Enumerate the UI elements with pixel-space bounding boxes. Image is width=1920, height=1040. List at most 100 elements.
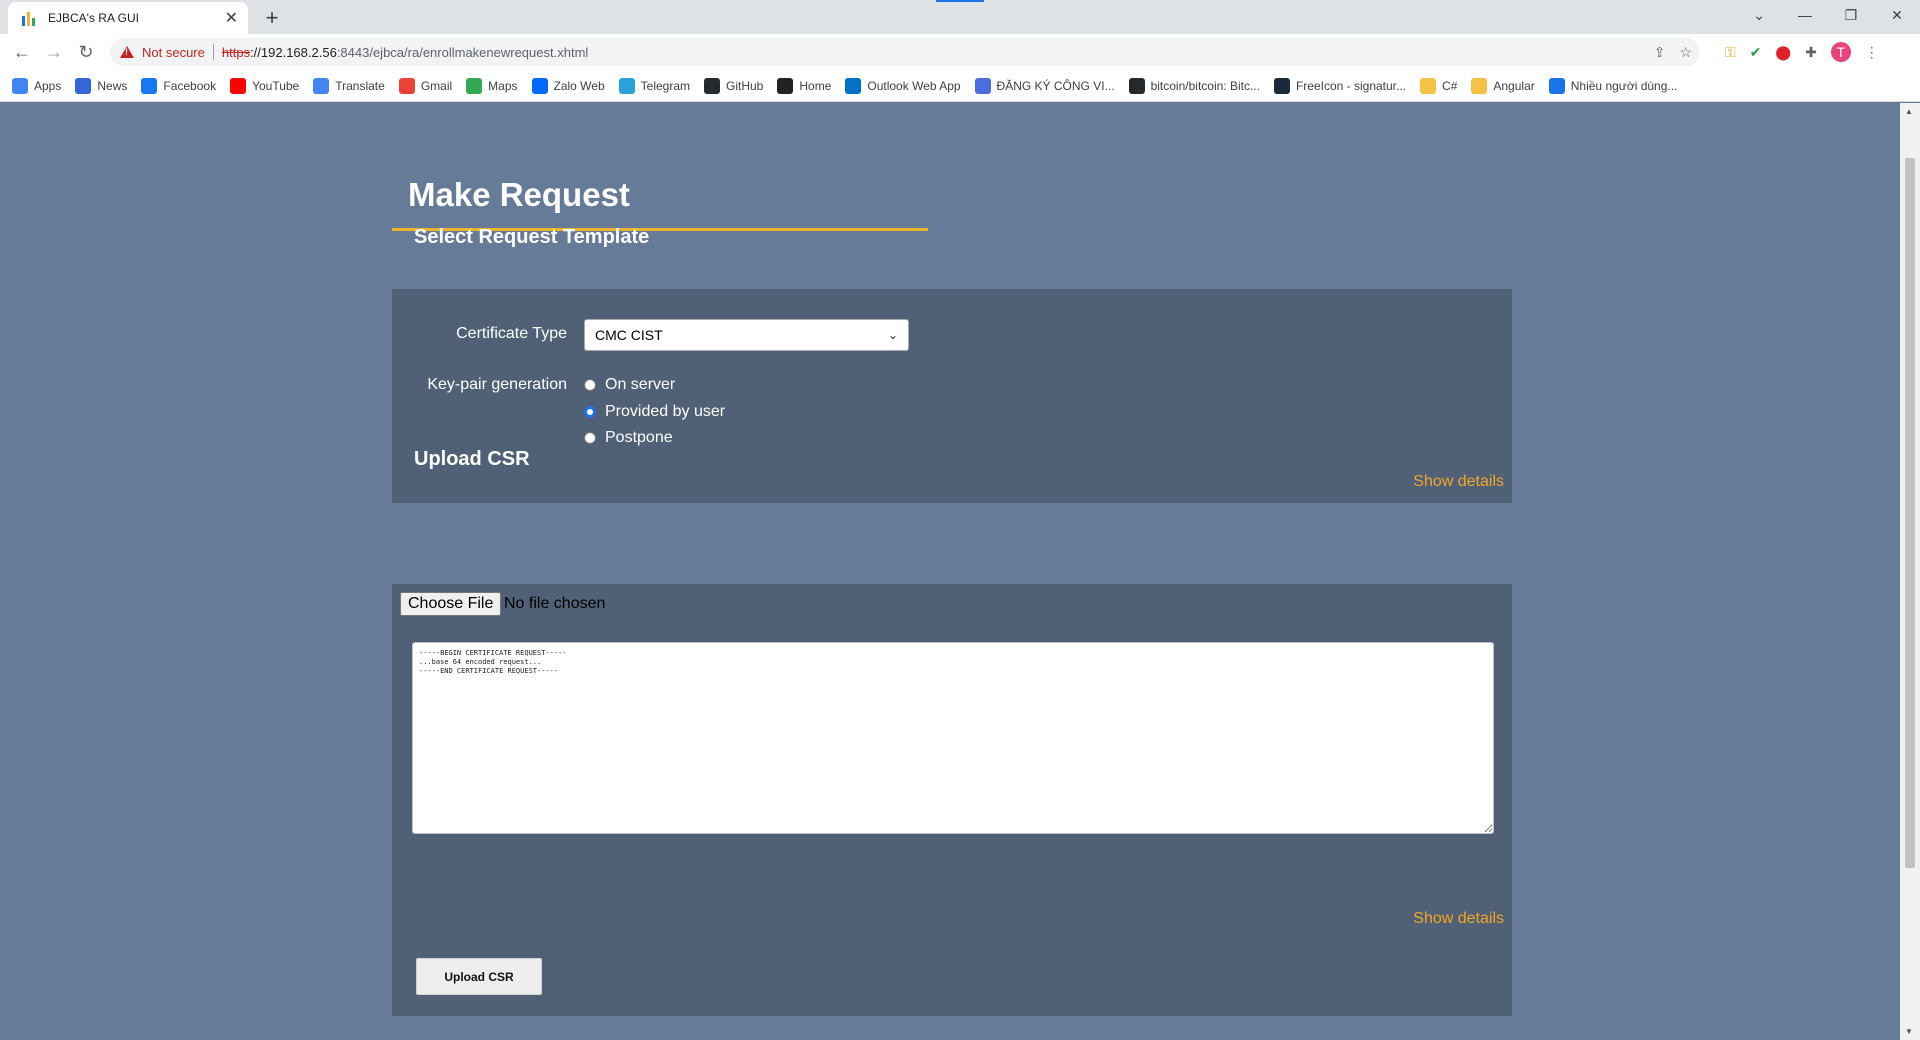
bookmark-label: C# — [1442, 78, 1458, 93]
file-status: No file chosen — [504, 595, 606, 612]
csr-textarea[interactable]: -----BEGIN CERTIFICATE REQUEST----- ...b… — [412, 642, 1494, 834]
bookmark-label: Zalo Web — [553, 78, 605, 93]
bookmarks-bar: Apps News Facebook YouTube Translate Gmail Map… — [0, 70, 1920, 102]
bookmark-label: Telegram — [640, 78, 690, 93]
minimize-icon[interactable]: — — [1782, 0, 1828, 30]
bookmark-item[interactable]: Zalo Web — [531, 77, 605, 94]
url-scheme: https — [221, 44, 251, 60]
scroll-down-icon[interactable]: ▼ — [1905, 1027, 1913, 1036]
bookmark-item[interactable]: Telegram — [618, 77, 690, 94]
bookmark-favicon-icon — [398, 77, 415, 94]
bookmark-favicon-icon — [466, 77, 483, 94]
template-section-heading: Select Request Template — [414, 226, 650, 248]
tab-title: EJBCA's RA GUI — [48, 11, 139, 25]
profile-avatar[interactable]: T — [1830, 42, 1851, 62]
back-icon[interactable]: ← — [10, 40, 34, 64]
bookmark-label: Nhiều người dùng... — [1570, 78, 1678, 93]
bookmark-item[interactable]: YouTube — [230, 77, 300, 94]
bookmark-item[interactable]: Translate — [313, 77, 385, 94]
bookmark-favicon-icon — [141, 77, 158, 94]
browser-tab[interactable]: EJBCA's RA GUI ✕ — [8, 2, 248, 34]
radio-provided-by-user[interactable]: Provided by user — [584, 403, 725, 421]
bookmark-label: Gmail — [420, 78, 453, 93]
window-controls: ⌄ — ❐ ✕ — [1736, 0, 1920, 30]
bookmark-label: Outlook Web App — [867, 78, 961, 93]
template-show-details-link[interactable]: Show details — [1413, 473, 1504, 491]
bookmark-item[interactable]: FreeIcon - signatur... — [1273, 77, 1407, 94]
extensions-puzzle-icon[interactable]: ✚ — [1805, 44, 1817, 61]
template-panel: Certificate Type CMC CIST ⌄ Key-pair gen… — [392, 289, 1512, 503]
scroll-up-icon[interactable]: ▲ — [1905, 107, 1913, 116]
forward-icon[interactable]: → — [42, 40, 66, 64]
share-icon[interactable]: ⇪ — [1654, 44, 1666, 61]
bookmark-label: Apps — [34, 78, 62, 93]
radio-postpone-label: Postpone — [605, 429, 673, 446]
bookmark-label: Facebook — [163, 78, 217, 93]
bookmark-favicon-icon — [974, 77, 991, 94]
bookmark-item[interactable]: Nhiều người dùng... — [1548, 77, 1678, 94]
omnibox-separator — [212, 44, 214, 60]
radio-postpone-indicator[interactable] — [584, 432, 596, 444]
extension-leaf-icon[interactable]: ✔ — [1750, 44, 1762, 61]
bookmark-favicon-icon — [531, 77, 548, 94]
bookmark-label: FreeIcon - signatur... — [1295, 78, 1407, 93]
radio-on-server[interactable]: On server — [584, 376, 675, 394]
page-content: Make Request Select Request Template Cer… — [0, 103, 1900, 1040]
bookmark-label: GitHub — [726, 78, 764, 93]
page-scrollbar[interactable]: ▲ ▼ — [1900, 103, 1920, 1040]
bookmark-item[interactable]: Apps — [12, 77, 62, 94]
bookmark-favicon-icon — [618, 77, 635, 94]
bookmark-favicon-icon — [1548, 77, 1565, 94]
certificate-type-select[interactable]: CMC CIST ⌄ — [584, 319, 909, 351]
bookmark-favicon-icon — [230, 77, 247, 94]
scroll-thumb[interactable] — [1905, 158, 1915, 868]
bookmark-item[interactable]: Facebook — [141, 77, 217, 94]
new-tab-button[interactable]: + — [258, 4, 286, 32]
csr-section-heading: Upload CSR — [414, 448, 530, 470]
browser-menu-icon[interactable]: ⋮ — [1865, 44, 1879, 61]
bookmark-item[interactable]: bitcoin/bitcoin: Bitc... — [1128, 77, 1260, 94]
csr-panel: Choose File No file chosen -----BEGIN CE… — [392, 584, 1512, 1016]
bookmark-item[interactable]: News — [75, 77, 128, 94]
reload-icon[interactable]: ↻ — [74, 40, 98, 64]
bookmark-item[interactable]: Angular — [1471, 77, 1535, 94]
bookmark-item[interactable]: Maps — [466, 77, 518, 94]
bookmark-label: News — [97, 78, 128, 93]
browser-tab-strip: EJBCA's RA GUI ✕ + ⌄ — ❐ ✕ — [0, 0, 1920, 34]
extension-key-icon[interactable]: ⚿ — [1725, 44, 1736, 61]
address-bar[interactable]: Not secure https://192.168.2.56:8443/ejb… — [110, 38, 1700, 66]
radio-on-server-indicator[interactable] — [584, 379, 596, 391]
tab-search-icon[interactable]: ⌄ — [1736, 0, 1782, 30]
restore-icon[interactable]: ❐ — [1828, 0, 1874, 30]
bookmark-label: YouTube — [252, 78, 300, 93]
csr-show-details-link[interactable]: Show details — [1413, 910, 1504, 928]
bookmark-star-icon[interactable]: ☆ — [1679, 44, 1692, 61]
bookmark-label: Translate — [335, 78, 385, 93]
bookmark-favicon-icon — [1471, 77, 1488, 94]
page-title: Make Request — [408, 176, 630, 213]
upload-csr-button[interactable]: Upload CSR — [416, 958, 542, 995]
bookmark-item[interactable]: Home — [777, 77, 832, 94]
bookmark-favicon-icon — [75, 77, 92, 94]
browser-toolbar: ← → ↻ Not secure https://192.168.2.56:84… — [0, 34, 1920, 70]
bookmark-item[interactable]: GitHub — [704, 77, 764, 94]
bookmark-label: Home — [799, 78, 832, 93]
omnibox-actions: ⇪ ☆ — [1654, 38, 1692, 66]
close-window-icon[interactable]: ✕ — [1874, 0, 1920, 30]
bookmark-favicon-icon — [313, 77, 330, 94]
keypair-generation-label: Key-pair generation — [427, 376, 567, 393]
security-status[interactable]: Not secure — [142, 45, 205, 60]
tab-drag-indicator — [936, 0, 984, 2]
bookmark-favicon-icon — [12, 77, 28, 94]
bookmark-item[interactable]: C# — [1420, 77, 1458, 94]
radio-provided-by-user-indicator[interactable] — [584, 406, 596, 418]
radio-postpone[interactable]: Postpone — [584, 429, 673, 447]
extension-opera-icon[interactable]: ⬤ — [1775, 44, 1791, 61]
bookmark-item[interactable]: Outlook Web App — [845, 77, 961, 94]
choose-file-button[interactable]: Choose File — [400, 592, 502, 616]
extensions-area: ⚿ ✔ ⬤ ✚ T ⋮ — [1725, 34, 1879, 70]
bookmark-item[interactable]: Gmail — [398, 77, 453, 94]
bookmark-favicon-icon — [1128, 77, 1145, 94]
tab-close-icon[interactable]: ✕ — [225, 8, 238, 28]
bookmark-item[interactable]: ĐĂNG KÝ CÔNG VI... — [974, 77, 1115, 94]
